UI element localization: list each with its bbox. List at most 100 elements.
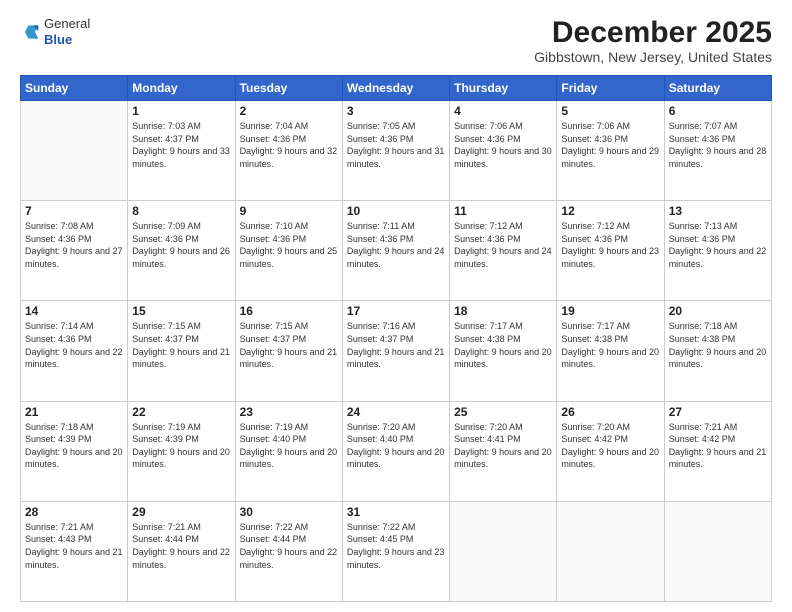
daylight-text: Daylight: 9 hours and 20 minutes. <box>669 347 767 370</box>
day-number: 2 <box>240 104 338 118</box>
sunrise-text: Sunrise: 7:10 AM <box>240 221 309 231</box>
sunset-text: Sunset: 4:37 PM <box>132 134 199 144</box>
sunset-text: Sunset: 4:36 PM <box>669 134 736 144</box>
day-number: 28 <box>25 505 123 519</box>
sunrise-text: Sunrise: 7:14 AM <box>25 321 94 331</box>
calendar-cell: 3 Sunrise: 7:05 AM Sunset: 4:36 PM Dayli… <box>342 101 449 201</box>
sunrise-text: Sunrise: 7:20 AM <box>347 422 416 432</box>
calendar-cell: 26 Sunrise: 7:20 AM Sunset: 4:42 PM Dayl… <box>557 401 664 501</box>
col-tuesday: Tuesday <box>235 76 342 101</box>
col-sunday: Sunday <box>21 76 128 101</box>
sunset-text: Sunset: 4:44 PM <box>132 534 199 544</box>
month-title: December 2025 <box>534 16 772 49</box>
calendar-cell: 21 Sunrise: 7:18 AM Sunset: 4:39 PM Dayl… <box>21 401 128 501</box>
calendar-cell <box>557 501 664 601</box>
calendar-cell: 27 Sunrise: 7:21 AM Sunset: 4:42 PM Dayl… <box>664 401 771 501</box>
daylight-text: Daylight: 9 hours and 22 minutes. <box>240 547 338 570</box>
day-number: 21 <box>25 405 123 419</box>
sunrise-text: Sunrise: 7:20 AM <box>454 422 523 432</box>
daylight-text: Daylight: 9 hours and 30 minutes. <box>454 146 552 169</box>
daylight-text: Daylight: 9 hours and 20 minutes. <box>454 347 552 370</box>
calendar-cell: 30 Sunrise: 7:22 AM Sunset: 4:44 PM Dayl… <box>235 501 342 601</box>
calendar-cell: 5 Sunrise: 7:06 AM Sunset: 4:36 PM Dayli… <box>557 101 664 201</box>
sunset-text: Sunset: 4:36 PM <box>561 134 628 144</box>
calendar-cell: 15 Sunrise: 7:15 AM Sunset: 4:37 PM Dayl… <box>128 301 235 401</box>
calendar-week-row: 14 Sunrise: 7:14 AM Sunset: 4:36 PM Dayl… <box>21 301 772 401</box>
sunset-text: Sunset: 4:36 PM <box>347 134 414 144</box>
calendar-week-row: 1 Sunrise: 7:03 AM Sunset: 4:37 PM Dayli… <box>21 101 772 201</box>
sunrise-text: Sunrise: 7:15 AM <box>132 321 201 331</box>
calendar-cell: 24 Sunrise: 7:20 AM Sunset: 4:40 PM Dayl… <box>342 401 449 501</box>
day-number: 10 <box>347 204 445 218</box>
sunrise-text: Sunrise: 7:22 AM <box>240 522 309 532</box>
calendar-cell: 6 Sunrise: 7:07 AM Sunset: 4:36 PM Dayli… <box>664 101 771 201</box>
sunset-text: Sunset: 4:43 PM <box>25 534 92 544</box>
logo-blue: Blue <box>44 32 72 47</box>
sunrise-text: Sunrise: 7:12 AM <box>561 221 630 231</box>
calendar-cell <box>21 101 128 201</box>
day-number: 22 <box>132 405 230 419</box>
calendar-table: Sunday Monday Tuesday Wednesday Thursday… <box>20 75 772 602</box>
daylight-text: Daylight: 9 hours and 21 minutes. <box>240 347 338 370</box>
calendar-cell: 13 Sunrise: 7:13 AM Sunset: 4:36 PM Dayl… <box>664 201 771 301</box>
sunset-text: Sunset: 4:37 PM <box>132 334 199 344</box>
daylight-text: Daylight: 9 hours and 22 minutes. <box>669 246 767 269</box>
col-thursday: Thursday <box>450 76 557 101</box>
day-number: 17 <box>347 304 445 318</box>
sunrise-text: Sunrise: 7:22 AM <box>347 522 416 532</box>
sunset-text: Sunset: 4:42 PM <box>561 434 628 444</box>
header: General Blue December 2025 Gibbstown, Ne… <box>20 16 772 65</box>
sunrise-text: Sunrise: 7:19 AM <box>132 422 201 432</box>
sunrise-text: Sunrise: 7:19 AM <box>240 422 309 432</box>
sunset-text: Sunset: 4:38 PM <box>669 334 736 344</box>
sunrise-text: Sunrise: 7:17 AM <box>561 321 630 331</box>
sunset-text: Sunset: 4:36 PM <box>25 234 92 244</box>
sunrise-text: Sunrise: 7:06 AM <box>561 121 630 131</box>
day-number: 5 <box>561 104 659 118</box>
sunrise-text: Sunrise: 7:07 AM <box>669 121 738 131</box>
daylight-text: Daylight: 9 hours and 20 minutes. <box>132 447 230 470</box>
sunset-text: Sunset: 4:39 PM <box>132 434 199 444</box>
sunrise-text: Sunrise: 7:08 AM <box>25 221 94 231</box>
calendar-week-row: 7 Sunrise: 7:08 AM Sunset: 4:36 PM Dayli… <box>21 201 772 301</box>
daylight-text: Daylight: 9 hours and 29 minutes. <box>561 146 659 169</box>
sunset-text: Sunset: 4:38 PM <box>454 334 521 344</box>
sunset-text: Sunset: 4:39 PM <box>25 434 92 444</box>
sunset-text: Sunset: 4:41 PM <box>454 434 521 444</box>
day-number: 19 <box>561 304 659 318</box>
day-number: 12 <box>561 204 659 218</box>
day-number: 26 <box>561 405 659 419</box>
day-number: 13 <box>669 204 767 218</box>
sunrise-text: Sunrise: 7:21 AM <box>132 522 201 532</box>
daylight-text: Daylight: 9 hours and 21 minutes. <box>347 347 445 370</box>
day-number: 29 <box>132 505 230 519</box>
sunset-text: Sunset: 4:40 PM <box>240 434 307 444</box>
daylight-text: Daylight: 9 hours and 24 minutes. <box>347 246 445 269</box>
calendar-cell: 20 Sunrise: 7:18 AM Sunset: 4:38 PM Dayl… <box>664 301 771 401</box>
day-number: 23 <box>240 405 338 419</box>
col-wednesday: Wednesday <box>342 76 449 101</box>
calendar-cell: 8 Sunrise: 7:09 AM Sunset: 4:36 PM Dayli… <box>128 201 235 301</box>
calendar-cell <box>664 501 771 601</box>
day-number: 9 <box>240 204 338 218</box>
sunset-text: Sunset: 4:36 PM <box>347 234 414 244</box>
day-number: 15 <box>132 304 230 318</box>
day-number: 14 <box>25 304 123 318</box>
day-number: 11 <box>454 204 552 218</box>
sunset-text: Sunset: 4:38 PM <box>561 334 628 344</box>
sunset-text: Sunset: 4:36 PM <box>240 234 307 244</box>
day-number: 8 <box>132 204 230 218</box>
calendar-cell: 7 Sunrise: 7:08 AM Sunset: 4:36 PM Dayli… <box>21 201 128 301</box>
daylight-text: Daylight: 9 hours and 28 minutes. <box>669 146 767 169</box>
daylight-text: Daylight: 9 hours and 22 minutes. <box>132 547 230 570</box>
calendar-cell: 2 Sunrise: 7:04 AM Sunset: 4:36 PM Dayli… <box>235 101 342 201</box>
daylight-text: Daylight: 9 hours and 20 minutes. <box>240 447 338 470</box>
sunrise-text: Sunrise: 7:18 AM <box>669 321 738 331</box>
calendar-cell: 19 Sunrise: 7:17 AM Sunset: 4:38 PM Dayl… <box>557 301 664 401</box>
daylight-text: Daylight: 9 hours and 33 minutes. <box>132 146 230 169</box>
calendar-cell <box>450 501 557 601</box>
day-number: 31 <box>347 505 445 519</box>
day-number: 4 <box>454 104 552 118</box>
sunset-text: Sunset: 4:36 PM <box>454 234 521 244</box>
sunset-text: Sunset: 4:36 PM <box>669 234 736 244</box>
